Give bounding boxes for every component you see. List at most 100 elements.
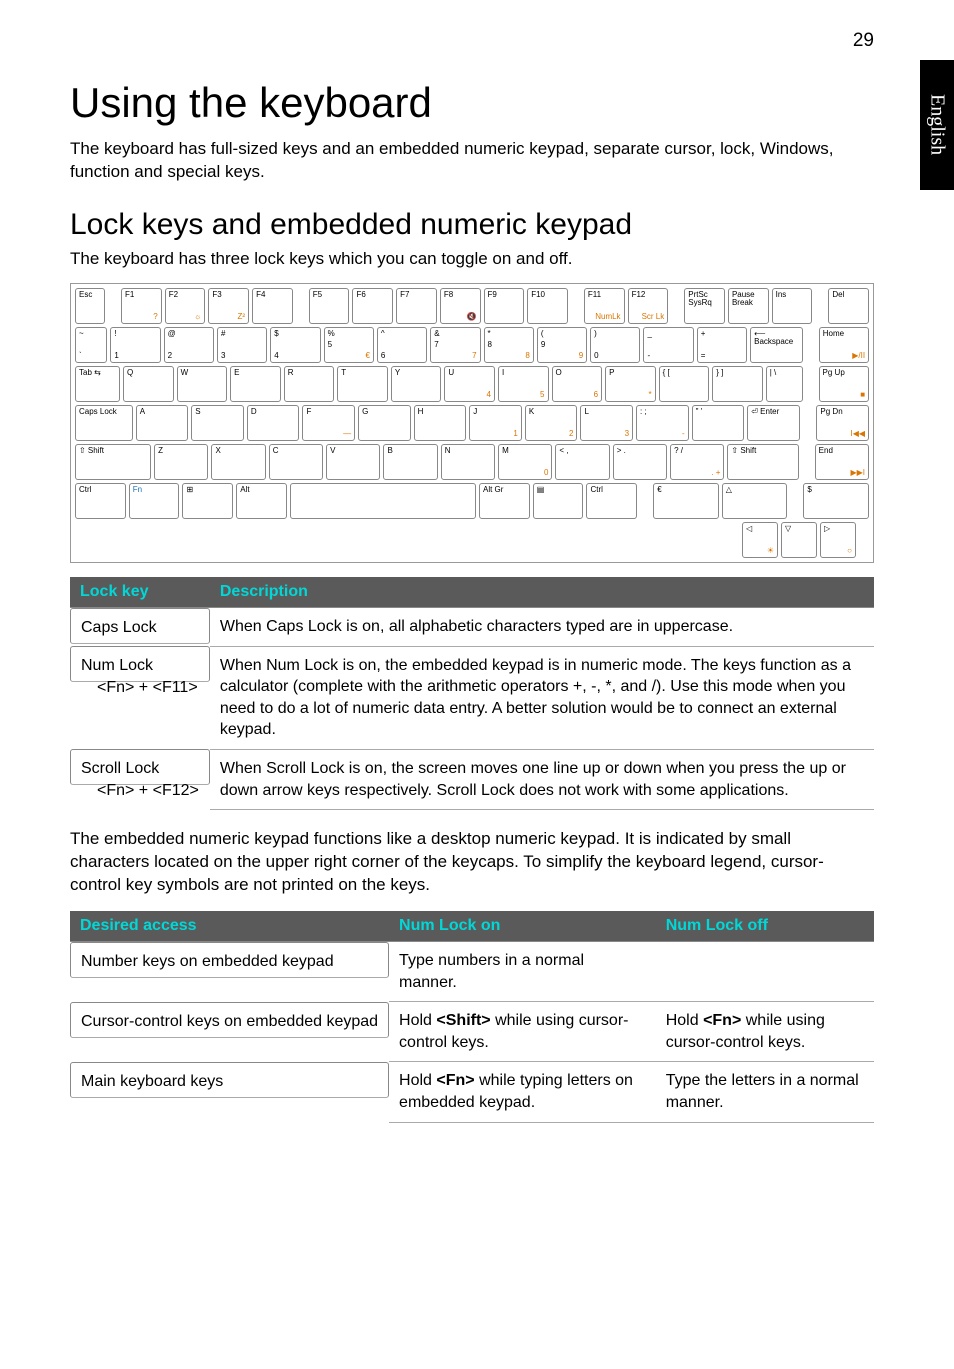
keycap: | \ bbox=[766, 366, 803, 402]
table-header: Num Lock on bbox=[389, 911, 656, 942]
keycap: _- bbox=[643, 327, 693, 363]
table-cell-desc: When Scroll Lock is on, the screen moves… bbox=[210, 749, 874, 809]
intro-paragraph: The keyboard has full-sized keys and an … bbox=[70, 138, 874, 184]
keycap: Del bbox=[828, 288, 869, 324]
keycap: &77 bbox=[430, 327, 480, 363]
keycap: $ bbox=[803, 483, 869, 519]
keycap: F12Scr Lk bbox=[628, 288, 669, 324]
keycap: ◁☀ bbox=[742, 522, 778, 558]
keycap: Alt Gr bbox=[479, 483, 530, 519]
keycap: Fn bbox=[129, 483, 180, 519]
keycap: S bbox=[191, 405, 244, 441]
keycap: < , bbox=[555, 444, 609, 480]
page-number: 29 bbox=[853, 30, 874, 52]
keycap: Ctrl bbox=[75, 483, 126, 519]
language-tab-label: English bbox=[926, 94, 949, 155]
keycap: !1 bbox=[110, 327, 160, 363]
keycap: : ;- bbox=[636, 405, 689, 441]
section-intro: The keyboard has three lock keys which y… bbox=[70, 248, 874, 271]
keycap: F11NumLk bbox=[584, 288, 625, 324]
keycap: O6 bbox=[552, 366, 603, 402]
keycap: ▤ bbox=[533, 483, 584, 519]
lock-key-table: Lock key Description Caps LockWhen Caps … bbox=[70, 577, 874, 810]
keycap: ⊞ bbox=[182, 483, 233, 519]
keycap: L3 bbox=[580, 405, 633, 441]
keycap: PrtSc SysRq bbox=[684, 288, 725, 324]
table-cell-key: Num Lock<Fn> + <F11> bbox=[70, 646, 210, 682]
keycap: € bbox=[653, 483, 719, 519]
table-cell: Cursor-control keys on embedded keypad bbox=[70, 1002, 389, 1038]
keycap: W bbox=[177, 366, 228, 402]
keycap: F5 bbox=[309, 288, 350, 324]
keycap: T bbox=[337, 366, 388, 402]
keycap: Pg Up■ bbox=[819, 366, 870, 402]
access-table: Desired access Num Lock on Num Lock off … bbox=[70, 911, 874, 1123]
keycap: Alt bbox=[236, 483, 287, 519]
keycap: ▽ bbox=[781, 522, 817, 558]
mid-paragraph: The embedded numeric keypad functions li… bbox=[70, 828, 874, 897]
keycap: H bbox=[414, 405, 467, 441]
keycap: > . bbox=[613, 444, 667, 480]
keycap: Q bbox=[123, 366, 174, 402]
table-cell: Hold <Shift> while using cursor-control … bbox=[389, 1002, 656, 1062]
keycap: X bbox=[211, 444, 265, 480]
keycap: R bbox=[284, 366, 335, 402]
keycap: G bbox=[358, 405, 411, 441]
keycap: ^6 bbox=[377, 327, 427, 363]
table-cell-key: Scroll Lock<Fn> + <F12> bbox=[70, 749, 210, 785]
keycap: F8🔇 bbox=[440, 288, 481, 324]
keycap: Pause Break bbox=[728, 288, 769, 324]
keycap: Caps Lock bbox=[75, 405, 133, 441]
keycap: )0 bbox=[590, 327, 640, 363]
table-header: Description bbox=[210, 577, 874, 608]
table-cell: Type numbers in a normal manner. bbox=[389, 941, 656, 1001]
keycap: △ bbox=[722, 483, 788, 519]
keycap: @2 bbox=[164, 327, 214, 363]
keycap: E bbox=[230, 366, 281, 402]
keycap: *88 bbox=[484, 327, 534, 363]
table-header: Num Lock off bbox=[656, 911, 874, 942]
table-cell: Hold <Fn> while using cursor-control key… bbox=[656, 1002, 874, 1062]
keycap: Y bbox=[391, 366, 442, 402]
table-cell-key: Caps Lock bbox=[70, 608, 210, 644]
keycap: F2☼ bbox=[165, 288, 206, 324]
keycap: V bbox=[326, 444, 380, 480]
table-header: Desired access bbox=[70, 911, 389, 942]
table-cell-desc: When Caps Lock is on, all alphabetic cha… bbox=[210, 608, 874, 647]
keycap: U4 bbox=[444, 366, 495, 402]
keycap: F3Z² bbox=[208, 288, 249, 324]
table-cell-key-sub: <Fn> + <F11> bbox=[81, 677, 199, 699]
keycap: ⇧ Shift bbox=[727, 444, 798, 480]
keycap: } ] bbox=[712, 366, 763, 402]
keycap: (99 bbox=[537, 327, 587, 363]
keycap: F— bbox=[302, 405, 355, 441]
table-cell: Type the letters in a normal manner. bbox=[656, 1062, 874, 1122]
page-content: Using the keyboard The keyboard has full… bbox=[0, 0, 954, 1201]
keycap: A bbox=[136, 405, 189, 441]
keycap: ⟵ Backspace bbox=[750, 327, 803, 363]
keycap: %5€ bbox=[324, 327, 374, 363]
table-cell-key-sub: <Fn> + <F12> bbox=[81, 780, 199, 802]
keycap: D bbox=[247, 405, 300, 441]
keycap: ⏎ Enter bbox=[747, 405, 800, 441]
keycap: F1? bbox=[121, 288, 162, 324]
keycap-space bbox=[290, 483, 476, 519]
keycap: F7 bbox=[396, 288, 437, 324]
keycap: ? /. + bbox=[670, 444, 724, 480]
keycap: Esc bbox=[75, 288, 105, 324]
table-header: Lock key bbox=[70, 577, 210, 608]
table-cell: Number keys on embedded keypad bbox=[70, 942, 389, 978]
keycap: { [ bbox=[659, 366, 710, 402]
keycap: F4 bbox=[252, 288, 293, 324]
keycap: End▶▶I bbox=[815, 444, 869, 480]
keycap: += bbox=[697, 327, 747, 363]
keycap: F6 bbox=[352, 288, 393, 324]
keycap: K2 bbox=[525, 405, 578, 441]
table-cell: Hold <Fn> while typing letters on embedd… bbox=[389, 1062, 656, 1122]
keycap: Z bbox=[154, 444, 208, 480]
keycap: M0 bbox=[498, 444, 552, 480]
table-cell-desc: When Num Lock is on, the embedded keypad… bbox=[210, 646, 874, 749]
keycap: P* bbox=[605, 366, 656, 402]
keycap: #3 bbox=[217, 327, 267, 363]
keycap: I5 bbox=[498, 366, 549, 402]
